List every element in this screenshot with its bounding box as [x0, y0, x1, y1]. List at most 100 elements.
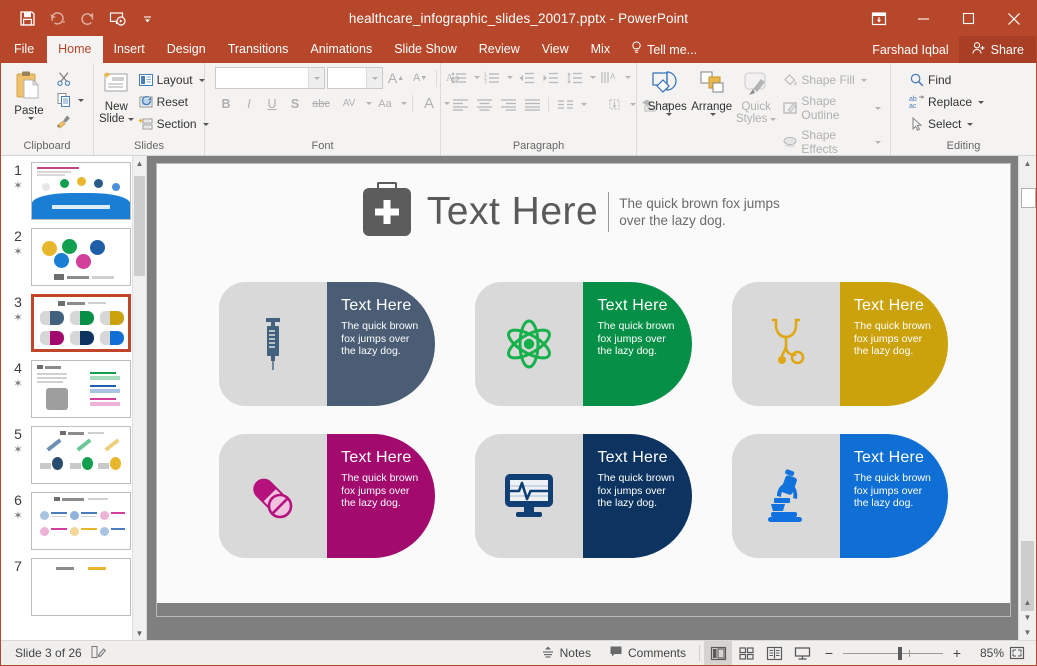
thumbnail-image[interactable]	[31, 228, 131, 286]
thumbnail-slide-6[interactable]: 6 ✶	[1, 492, 133, 550]
tab-slide-show[interactable]: Slide Show	[383, 36, 468, 63]
replace-chevron-down-icon[interactable]	[978, 100, 985, 104]
thumbnail-image[interactable]	[31, 558, 131, 616]
underline-button[interactable]: U	[261, 93, 283, 114]
normal-view-button[interactable]	[704, 641, 732, 665]
text-direction-icon[interactable]: A	[598, 67, 620, 88]
quick-styles-button[interactable]: Quick Styles	[734, 67, 778, 125]
bullets-chevron-down-icon[interactable]	[474, 76, 480, 79]
decrease-indent-icon[interactable]	[515, 67, 537, 88]
align-left-icon[interactable]	[449, 94, 471, 115]
thumbnail-scroll-thumb[interactable]	[134, 176, 145, 276]
increase-indent-icon[interactable]	[539, 67, 561, 88]
columns-icon[interactable]	[554, 94, 576, 115]
tab-file[interactable]: File	[1, 36, 47, 63]
slide-canvas[interactable]: Text Here The quick brown fox jumps over…	[157, 164, 1010, 616]
thumbnail-image[interactable]	[31, 492, 131, 550]
card-syringe[interactable]: Text Here The quick brown fox jumps over…	[219, 282, 436, 406]
character-spacing-button[interactable]: AV	[336, 93, 362, 114]
tab-mix[interactable]: Mix	[580, 36, 621, 63]
customize-qat-icon[interactable]	[133, 6, 161, 32]
ribbon-display-options-icon[interactable]	[856, 1, 901, 36]
thumbnail-slide-4[interactable]: 4 ✶	[1, 360, 133, 418]
line-spacing-chevron-down-icon[interactable]	[590, 76, 596, 79]
shape-fill-button[interactable]: Shape Fill	[778, 70, 885, 90]
tab-review[interactable]: Review	[468, 36, 531, 63]
thumbnail-image[interactable]	[31, 360, 131, 418]
thumbnail-scroll-down-icon[interactable]: ▼	[133, 626, 146, 640]
slide-scroll-down-icon[interactable]: ▼	[1019, 625, 1036, 640]
share-button[interactable]: Share	[958, 36, 1036, 63]
zoom-in-button[interactable]: +	[950, 646, 964, 660]
start-from-beginning-icon[interactable]	[103, 6, 131, 32]
redo-icon[interactable]	[73, 6, 101, 32]
fit-slide-to-window-button[interactable]	[1004, 641, 1030, 665]
text-direction-chevron-down-icon[interactable]	[625, 76, 631, 79]
zoom-out-button[interactable]: −	[822, 646, 836, 660]
thumbnail-image[interactable]	[31, 426, 131, 484]
slide-vertical-scrollbar[interactable]: ▲ ▲ ▼ ▼	[1018, 156, 1036, 640]
increase-font-size-button[interactable]: A ▲	[385, 68, 407, 89]
align-center-icon[interactable]	[473, 94, 495, 115]
zoom-control[interactable]: − +	[816, 646, 970, 660]
tab-view[interactable]: View	[531, 36, 580, 63]
cut-button[interactable]	[52, 69, 88, 89]
thumbnail-slide-5[interactable]: 5 ✶	[1, 426, 133, 484]
tab-transitions[interactable]: Transitions	[217, 36, 300, 63]
shape-effects-chevron-down-icon[interactable]	[875, 140, 881, 144]
tab-design[interactable]: Design	[156, 36, 217, 63]
shape-outline-chevron-down-icon[interactable]	[875, 106, 881, 110]
bullets-icon[interactable]	[449, 67, 469, 88]
thumbnail-slide-2[interactable]: 2 ✶	[1, 228, 133, 286]
character-spacing-chevron-down-icon[interactable]	[366, 102, 372, 105]
section-button[interactable]: Section	[134, 114, 213, 134]
slide-previous-icon[interactable]: ▲	[1019, 595, 1036, 610]
find-button[interactable]: Find	[905, 70, 988, 90]
tell-me-search[interactable]: Tell me...	[621, 36, 707, 63]
select-chevron-down-icon[interactable]	[967, 122, 974, 126]
thumbnail-slide-3[interactable]: 3 ✶	[1, 294, 133, 352]
copy-button[interactable]	[52, 90, 88, 110]
card-stethoscope[interactable]: Text Here The quick brown fox jumps over…	[731, 282, 948, 406]
undo-icon[interactable]	[43, 6, 71, 32]
change-case-button[interactable]: Aa	[373, 93, 397, 114]
justify-icon[interactable]	[521, 94, 543, 115]
format-painter-button[interactable]	[52, 111, 88, 131]
user-name[interactable]: Farshad Iqbal	[862, 43, 958, 57]
slide-scroll-up-icon[interactable]: ▲	[1019, 156, 1036, 171]
line-spacing-icon[interactable]	[563, 67, 585, 88]
shapes-chevron-down-icon[interactable]	[665, 113, 672, 116]
bold-button[interactable]: B	[215, 93, 237, 114]
zoom-level-label[interactable]: 85%	[970, 646, 1004, 660]
card-atom[interactable]: Text Here The quick brown fox jumps over…	[475, 282, 692, 406]
accessibility-checker-icon[interactable]	[90, 645, 106, 662]
shape-fill-chevron-down-icon[interactable]	[860, 78, 867, 82]
zoom-slider-handle[interactable]	[898, 646, 902, 660]
slide-show-view-button[interactable]	[788, 641, 816, 665]
select-button[interactable]: Select	[905, 114, 988, 134]
font-name-chevron-down-icon[interactable]	[308, 68, 324, 88]
zoom-slider[interactable]	[843, 646, 943, 660]
minimize-icon[interactable]	[901, 1, 946, 36]
thumbnail-slide-1[interactable]: 1 ✶	[1, 162, 133, 220]
paste-button[interactable]: Paste	[6, 67, 52, 120]
thumbnail-image[interactable]	[31, 162, 131, 220]
numbering-chevron-down-icon[interactable]	[507, 76, 513, 79]
arrange-button[interactable]: Arrange	[689, 67, 733, 116]
thumbnail-image[interactable]	[31, 294, 131, 352]
shape-outline-button[interactable]: Shape Outline	[778, 92, 885, 124]
copy-chevron-down-icon[interactable]	[78, 98, 84, 102]
slide-sorter-view-button[interactable]	[732, 641, 760, 665]
reading-view-button[interactable]	[760, 641, 788, 665]
decrease-font-size-button[interactable]: A ▼	[409, 68, 431, 89]
quick-styles-chevron-down-icon[interactable]	[770, 117, 777, 121]
columns-chevron-down-icon[interactable]	[581, 103, 587, 106]
slide-scroll-marker[interactable]	[1021, 188, 1036, 208]
tab-home[interactable]: Home	[47, 36, 103, 63]
strikethrough-button[interactable]: abc	[307, 93, 335, 114]
slide-header[interactable]: Text Here The quick brown fox jumps over…	[157, 182, 1010, 236]
numbering-icon[interactable]: 123	[482, 67, 502, 88]
replace-button[interactable]: ab ac Replace	[905, 92, 988, 112]
font-size-input[interactable]	[327, 67, 383, 89]
layout-chevron-down-icon[interactable]	[198, 78, 205, 82]
